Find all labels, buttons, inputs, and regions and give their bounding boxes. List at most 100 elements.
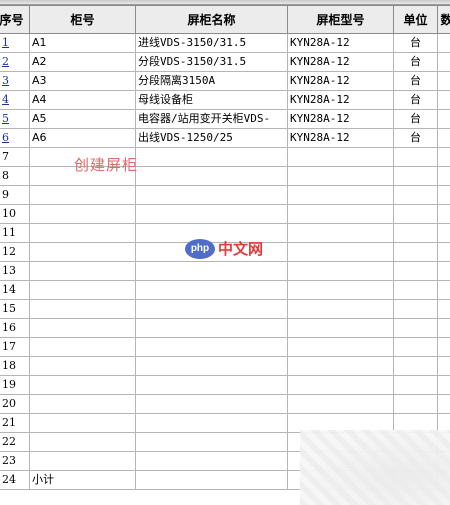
empty-cell[interactable] <box>29 223 136 243</box>
empty-cell[interactable] <box>287 394 394 414</box>
empty-cell[interactable] <box>287 318 394 338</box>
empty-cell[interactable] <box>135 147 288 167</box>
cabinet-model-cell[interactable]: KYN28A-12 <box>287 128 394 148</box>
empty-cell[interactable] <box>135 432 288 452</box>
empty-cell[interactable] <box>393 280 438 300</box>
row-number-cell[interactable]: 16 <box>0 318 30 338</box>
empty-cell[interactable] <box>437 223 450 243</box>
empty-cell[interactable] <box>135 394 288 414</box>
qty-cell[interactable] <box>437 33 450 53</box>
empty-cell[interactable] <box>287 204 394 224</box>
cabinet-model-cell[interactable]: KYN28A-12 <box>287 71 394 91</box>
cabinet-no-cell[interactable]: A6 <box>29 128 136 148</box>
empty-cell[interactable] <box>437 261 450 281</box>
qty-cell[interactable] <box>437 109 450 129</box>
empty-cell[interactable] <box>29 451 136 471</box>
empty-cell[interactable] <box>29 185 136 205</box>
row-number-link[interactable]: 6 <box>2 131 9 144</box>
cabinet-model-cell[interactable]: KYN28A-12 <box>287 90 394 110</box>
empty-cell[interactable] <box>393 394 438 414</box>
empty-cell[interactable] <box>135 470 288 490</box>
empty-cell[interactable] <box>437 166 450 186</box>
empty-cell[interactable] <box>393 375 438 395</box>
unit-cell[interactable]: 台 <box>393 128 438 148</box>
header-cabinet-no[interactable]: 柜号 <box>29 5 136 34</box>
empty-cell[interactable] <box>29 432 136 452</box>
empty-cell[interactable] <box>287 242 394 262</box>
row-number-cell[interactable]: 6 <box>0 128 30 148</box>
row-number-cell[interactable]: 8 <box>0 166 30 186</box>
empty-cell[interactable] <box>29 204 136 224</box>
cabinet-model-cell[interactable]: KYN28A-12 <box>287 52 394 72</box>
header-no[interactable]: 序号 <box>0 5 30 34</box>
empty-cell[interactable] <box>437 185 450 205</box>
empty-cell[interactable] <box>287 261 394 281</box>
row-number-cell[interactable]: 11 <box>0 223 30 243</box>
empty-cell[interactable] <box>393 337 438 357</box>
empty-cell[interactable] <box>437 394 450 414</box>
cabinet-no-cell[interactable]: A5 <box>29 109 136 129</box>
empty-cell[interactable] <box>287 147 394 167</box>
row-number-cell[interactable]: 9 <box>0 185 30 205</box>
empty-cell[interactable] <box>29 242 136 262</box>
empty-cell[interactable] <box>393 185 438 205</box>
row-number-cell[interactable]: 5 <box>0 109 30 129</box>
empty-cell[interactable] <box>29 394 136 414</box>
empty-cell[interactable] <box>437 375 450 395</box>
empty-cell[interactable] <box>29 299 136 319</box>
empty-cell[interactable] <box>135 299 288 319</box>
empty-cell[interactable] <box>29 356 136 376</box>
empty-cell[interactable] <box>437 318 450 338</box>
cabinet-name-cell[interactable]: 电容器/站用变开关柜VDS- <box>135 109 288 129</box>
row-number-link[interactable]: 2 <box>2 55 9 68</box>
row-number-link[interactable]: 3 <box>2 74 9 87</box>
qty-cell[interactable] <box>437 52 450 72</box>
empty-cell[interactable] <box>393 166 438 186</box>
empty-cell[interactable] <box>135 185 288 205</box>
empty-cell[interactable] <box>287 280 394 300</box>
empty-cell[interactable] <box>437 242 450 262</box>
empty-cell[interactable] <box>393 299 438 319</box>
empty-cell[interactable] <box>135 318 288 338</box>
empty-cell[interactable] <box>287 299 394 319</box>
empty-cell[interactable] <box>393 242 438 262</box>
row-number-cell[interactable]: 1 <box>0 33 30 53</box>
empty-cell[interactable] <box>393 147 438 167</box>
cabinet-no-cell[interactable]: A4 <box>29 90 136 110</box>
empty-cell[interactable] <box>393 356 438 376</box>
cabinet-name-cell[interactable]: 分段VDS-3150/31.5 <box>135 52 288 72</box>
row-number-cell[interactable]: 15 <box>0 299 30 319</box>
row-number-cell[interactable]: 7 <box>0 147 30 167</box>
cabinet-name-cell[interactable]: 出线VDS-1250/25 <box>135 128 288 148</box>
empty-cell[interactable] <box>29 375 136 395</box>
unit-cell[interactable]: 台 <box>393 52 438 72</box>
row-number-cell[interactable]: 18 <box>0 356 30 376</box>
empty-cell[interactable] <box>135 413 288 433</box>
header-name[interactable]: 屏柜名称 <box>135 5 288 34</box>
row-number-cell[interactable]: 2 <box>0 52 30 72</box>
empty-cell[interactable] <box>287 337 394 357</box>
row-number-cell[interactable]: 12 <box>0 242 30 262</box>
empty-cell[interactable] <box>135 375 288 395</box>
empty-cell[interactable] <box>287 223 394 243</box>
row-number-cell[interactable]: 22 <box>0 432 30 452</box>
empty-cell[interactable] <box>393 204 438 224</box>
row-number-cell[interactable]: 20 <box>0 394 30 414</box>
row-number-cell[interactable]: 3 <box>0 71 30 91</box>
qty-cell[interactable] <box>437 128 450 148</box>
cabinet-name-cell[interactable]: 母线设备柜 <box>135 90 288 110</box>
row-number-cell[interactable]: 19 <box>0 375 30 395</box>
empty-cell[interactable] <box>437 337 450 357</box>
header-unit[interactable]: 单位 <box>393 5 438 34</box>
empty-cell[interactable] <box>29 261 136 281</box>
empty-cell[interactable] <box>29 280 136 300</box>
empty-cell[interactable] <box>437 280 450 300</box>
empty-cell[interactable] <box>393 261 438 281</box>
empty-cell[interactable] <box>287 356 394 376</box>
empty-cell[interactable] <box>135 356 288 376</box>
row-number-cell[interactable]: 14 <box>0 280 30 300</box>
row-number-link[interactable]: 5 <box>2 112 9 125</box>
row-number-cell[interactable]: 23 <box>0 451 30 471</box>
empty-cell[interactable] <box>437 204 450 224</box>
empty-cell[interactable] <box>287 185 394 205</box>
